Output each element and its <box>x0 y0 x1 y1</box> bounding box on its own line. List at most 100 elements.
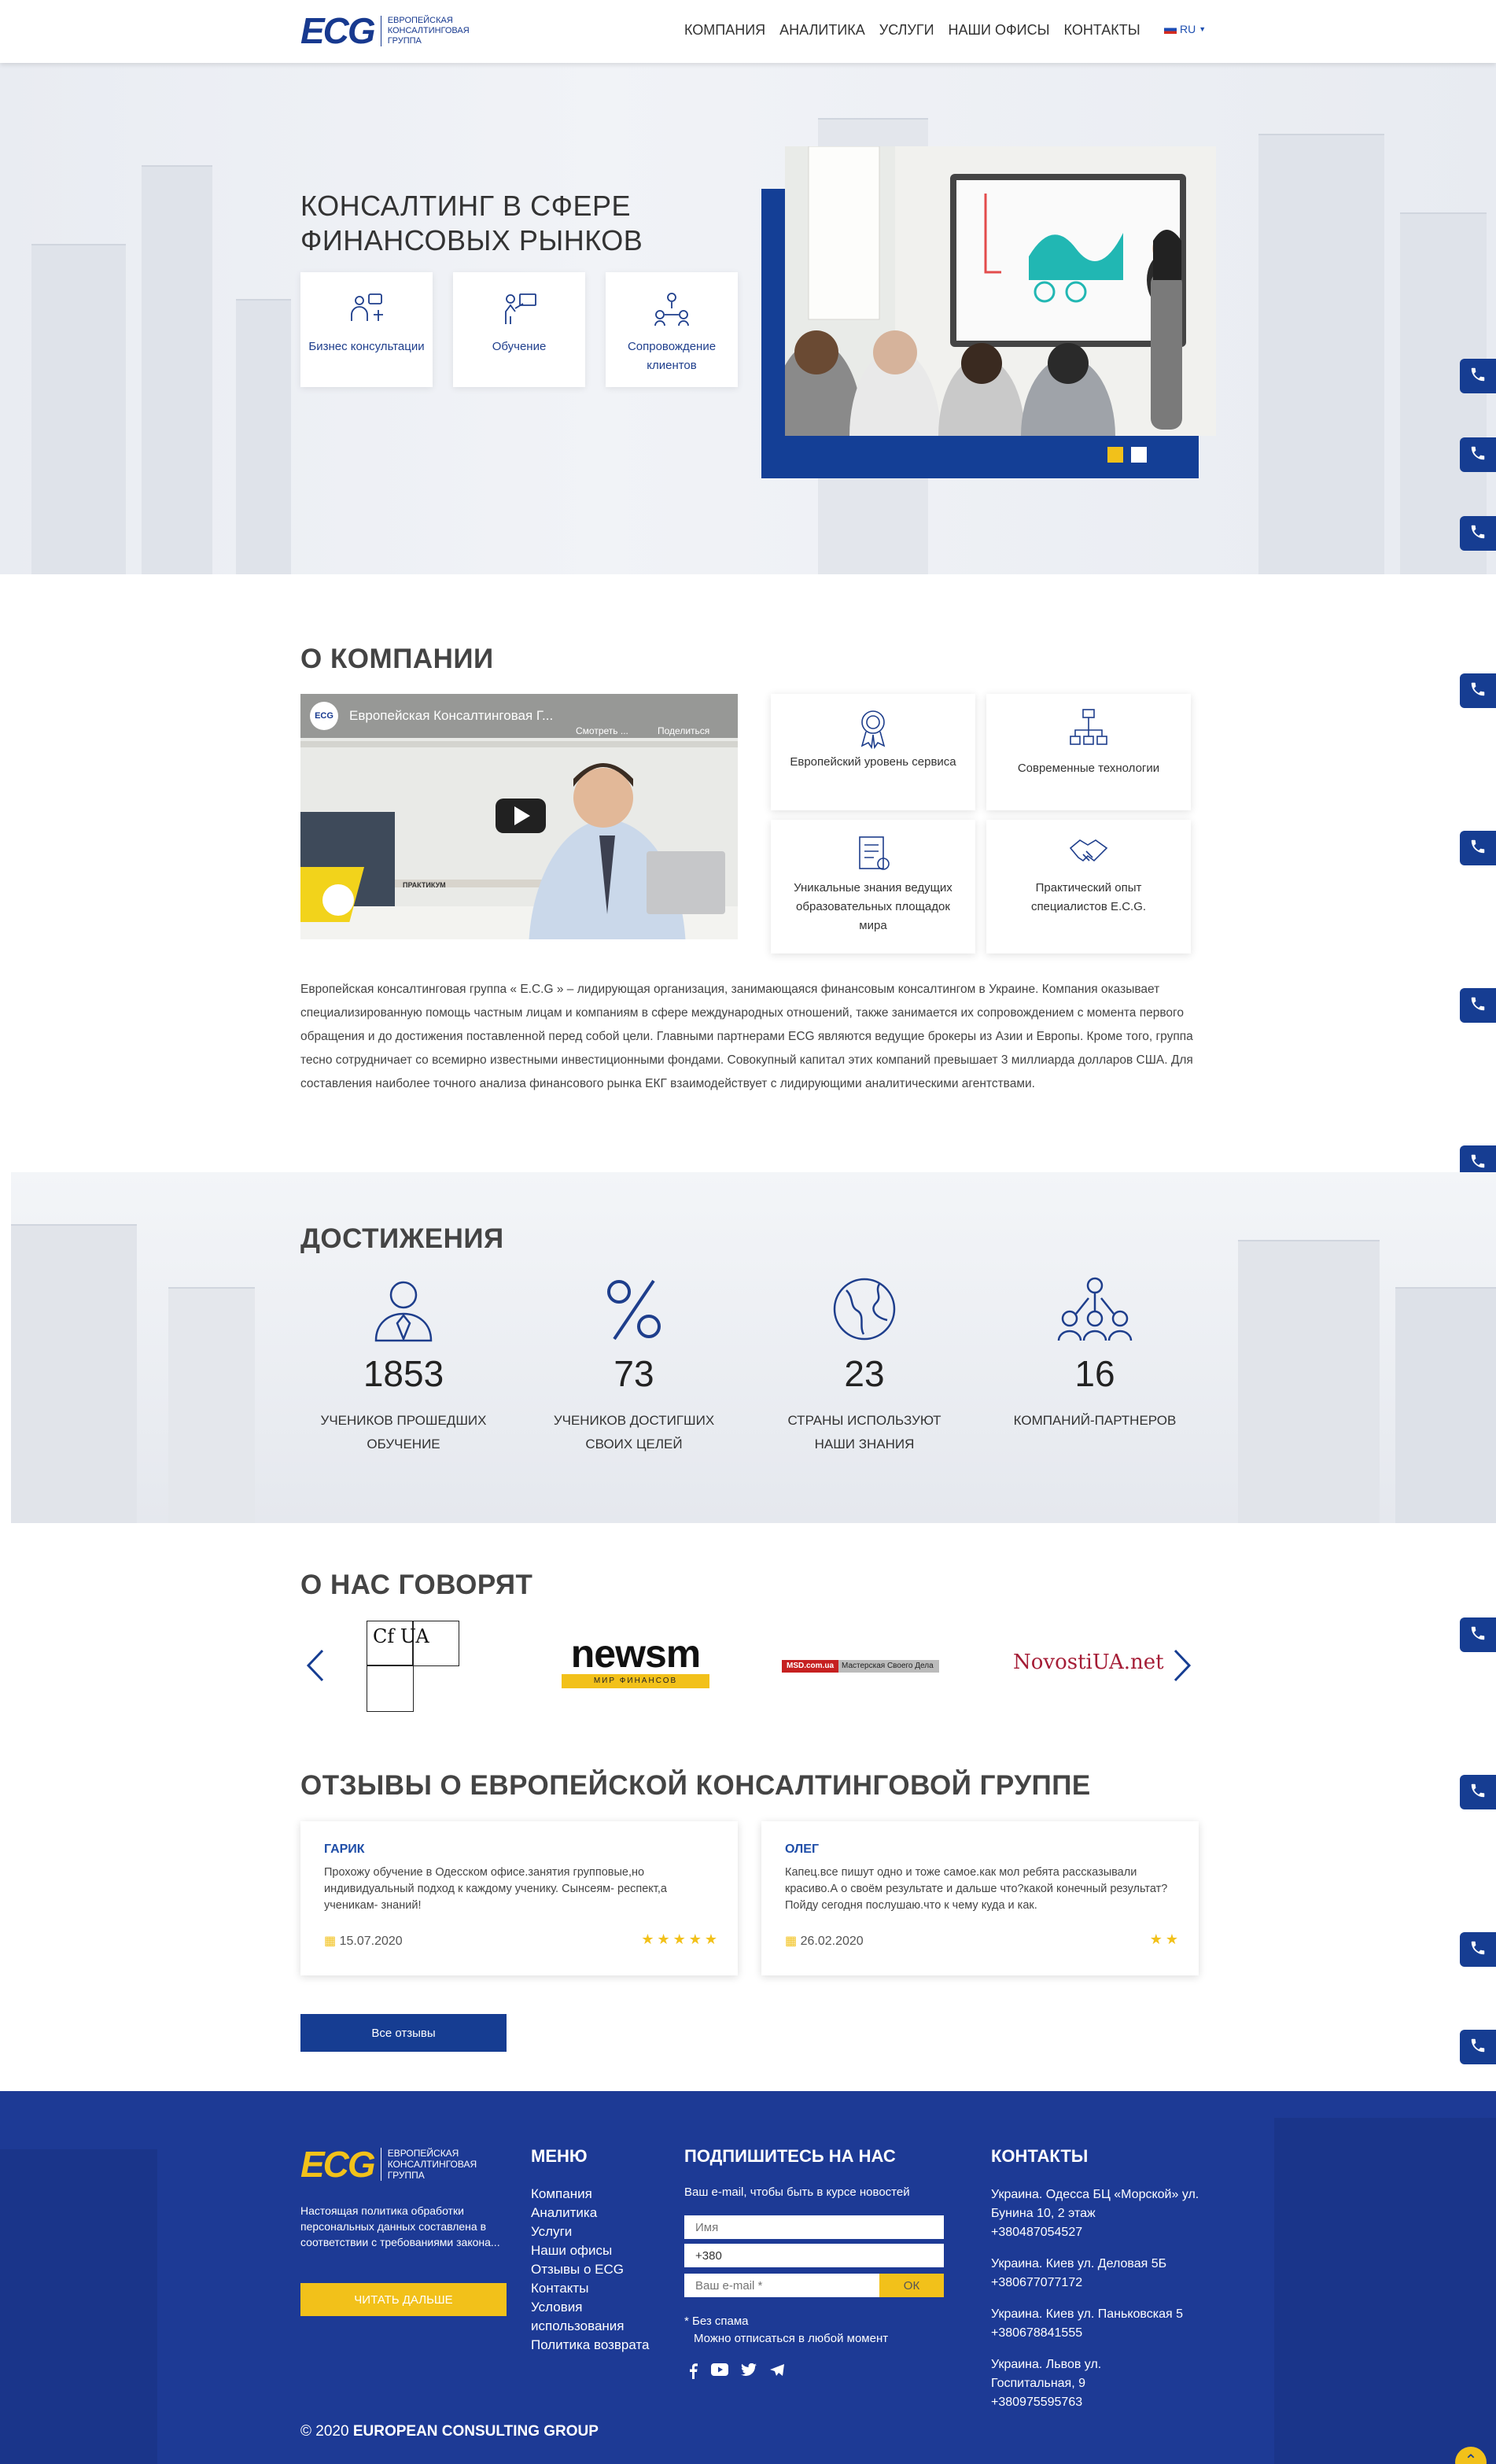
subscribe-ok-button[interactable]: ОК <box>879 2274 944 2297</box>
press-next-button[interactable] <box>1170 1646 1194 1695</box>
callback-phone-button[interactable] <box>1460 673 1496 708</box>
footer-menu-item[interactable]: Контакты <box>531 2279 657 2298</box>
contact-phone[interactable]: +380487054527 <box>991 2223 1211 2242</box>
contact-address: Украина. Киев ул. Паньковская 5 <box>991 2307 1184 2321</box>
reviewer-name: ОЛЕГ <box>785 1842 820 1856</box>
share-button[interactable]: Поделиться <box>658 725 709 736</box>
footer-menu-item[interactable]: Наши офисы <box>531 2241 657 2260</box>
callback-phone-button[interactable] <box>1460 831 1496 865</box>
callback-phone-button[interactable] <box>1460 1775 1496 1809</box>
name-input[interactable] <box>684 2215 944 2239</box>
hero-section <box>0 63 1496 574</box>
handshake-icon <box>1069 839 1108 862</box>
slider-dot-active[interactable] <box>1107 447 1123 463</box>
review-card: ОЛЕГ Капец.все пишут одно и тоже самое.к… <box>761 1821 1199 1975</box>
phone-icon <box>1469 995 1487 1016</box>
phone-icon <box>1469 366 1487 387</box>
language-label: RU <box>1180 23 1196 35</box>
chevron-right-icon <box>1170 1649 1194 1694</box>
business-consulting-icon <box>351 293 383 321</box>
footer-menu-item[interactable]: Политика возврата <box>531 2336 657 2355</box>
slider-dot[interactable] <box>1131 447 1147 463</box>
ru-flag-icon <box>1164 24 1177 34</box>
phone-icon <box>1469 1782 1487 1803</box>
callback-phone-button[interactable] <box>1460 437 1496 472</box>
contact-phone[interactable]: +380678841555 <box>991 2324 1211 2343</box>
phone-icon <box>1469 1939 1487 1961</box>
video-title[interactable]: Европейская Консалтинговая Г... <box>349 708 553 724</box>
chevron-up-icon: ⌃ <box>1464 2452 1478 2464</box>
reviews-title: ОТЗЫВЫ О ЕВРОПЕЙСКОЙ КОНСАЛТИНГОВОЙ ГРУП… <box>300 1770 1091 1801</box>
nav-item-services[interactable]: УСЛУГИ <box>879 22 934 39</box>
channel-avatar[interactable]: ECG <box>310 702 338 730</box>
footer-menu-item[interactable]: Услуги <box>531 2222 657 2241</box>
footer-menu-item[interactable]: Условия использования <box>531 2298 657 2336</box>
callback-phone-button[interactable] <box>1460 988 1496 1023</box>
feature-label: Уникальные знания ведущих образовательны… <box>794 881 953 932</box>
footer-menu-item[interactable]: Компания <box>531 2185 657 2204</box>
stat-number: 23 <box>844 1353 885 1394</box>
service-card-consulting[interactable]: Бизнес консультации <box>300 272 433 387</box>
nav-item-offices[interactable]: НАШИ ОФИСЫ <box>949 22 1050 39</box>
feature-label: Практический опыт специалистов E.C.G. <box>1030 881 1147 913</box>
stat-number: 73 <box>614 1353 654 1394</box>
service-card-label: Обучение <box>492 340 547 353</box>
footer-menu: Компания Аналитика Услуги Наши офисы Отз… <box>531 2185 657 2355</box>
footer-menu-item[interactable]: Отзывы о ECG <box>531 2260 657 2279</box>
all-reviews-button[interactable]: Все отзывы <box>300 2014 507 2052</box>
video-player[interactable]: ECG Европейская Консалтинговая Г... Смот… <box>300 694 738 939</box>
about-description: Европейская консалтинговая группа « E.C.… <box>300 983 1193 1090</box>
press-prev-button[interactable] <box>304 1646 327 1695</box>
watch-later-button[interactable]: Смотреть ... <box>576 725 628 736</box>
nav-item-company[interactable]: КОМПАНИЯ <box>684 22 765 39</box>
watch-later-label: Смотреть ... <box>576 725 628 736</box>
contact-phone[interactable]: +380975595763 <box>991 2393 1133 2412</box>
email-input[interactable] <box>684 2274 879 2297</box>
callback-phone-button[interactable] <box>1460 516 1496 551</box>
stat-number: 1853 <box>363 1353 444 1394</box>
contact-phone[interactable]: +380677077172 <box>991 2274 1211 2292</box>
phone-icon <box>1469 838 1487 859</box>
press-logo-newsm[interactable]: newsm МИР ФИНАНСОВ <box>557 1632 714 1688</box>
newsm-logo-text: newsm <box>570 1632 702 1676</box>
callback-phone-button[interactable] <box>1460 1617 1496 1652</box>
review-date: ▦ 26.02.2020 <box>785 1933 864 1949</box>
press-logo-novostiua[interactable]: NovostiUA.net <box>1013 1651 1164 1674</box>
language-selector[interactable]: RU ▼ <box>1164 23 1206 35</box>
service-card-support[interactable]: Сопровождение клиентов <box>606 272 738 387</box>
callback-phone-button[interactable] <box>1460 2030 1496 2064</box>
service-card-training[interactable]: Обучение <box>453 272 585 387</box>
site-logo[interactable]: ECG ЕВРОПЕЙСКАЯ КОНСАЛТИНГОВАЯ ГРУППА <box>300 11 470 50</box>
feature-card: Современные технологии <box>986 694 1191 810</box>
review-card: ГАРИК Прохожу обучение в Одесском офисе.… <box>300 1821 738 1975</box>
service-card-label: Бизнес консультации <box>308 340 425 353</box>
phone-icon <box>1469 1625 1487 1646</box>
review-rating: ★★★★★ <box>641 1931 720 1947</box>
telegram-icon[interactable] <box>769 2363 785 2383</box>
review-date-text: 15.07.2020 <box>339 1935 403 1948</box>
contact-office: Украина. Львов ул. Госпитальная, 9 +3809… <box>991 2355 1133 2412</box>
youtube-icon[interactable] <box>711 2363 728 2383</box>
cfua-logo-text: Cf UA <box>373 1625 429 1647</box>
press-logo-msd[interactable]: MSD.com.ua Мастерская Своего Дела <box>782 1660 939 1673</box>
contact-address: Украина. Киев ул. Деловая 5Б <box>991 2257 1167 2270</box>
callback-phone-button[interactable] <box>1460 1932 1496 1967</box>
nav-item-analytics[interactable]: АНАЛИТИКА <box>779 22 865 39</box>
twitter-icon[interactable] <box>741 2363 757 2383</box>
callback-phone-button[interactable] <box>1460 359 1496 393</box>
facebook-icon[interactable] <box>687 2363 698 2383</box>
review-text: Капец.все пишут одно и тоже самое.как мо… <box>785 1866 1168 1912</box>
press-logo-cfua[interactable]: Cf UA <box>367 1621 459 1712</box>
phone-icon <box>1469 523 1487 544</box>
nav-item-contacts[interactable]: КОНТАКТЫ <box>1064 22 1140 39</box>
footer-logo[interactable]: ECG ЕВРОПЕЙСКАЯ КОНСАЛТИНГОВАЯ ГРУППА <box>300 2146 477 2182</box>
about-title: О КОМПАНИИ <box>300 644 494 674</box>
contact-office: Украина. Одесса БЦ «Морской» ул. Бунина … <box>991 2186 1211 2242</box>
read-more-button[interactable]: ЧИТАТЬ ДАЛЬШЕ <box>300 2283 507 2316</box>
logo-line: КОНСАЛТИНГОВАЯ <box>387 25 470 35</box>
training-icon <box>505 293 536 324</box>
achievements-section <box>11 1172 1496 1523</box>
footer-menu-item[interactable]: Аналитика <box>531 2204 657 2222</box>
phone-input[interactable] <box>684 2244 944 2267</box>
social-links <box>687 2363 785 2383</box>
